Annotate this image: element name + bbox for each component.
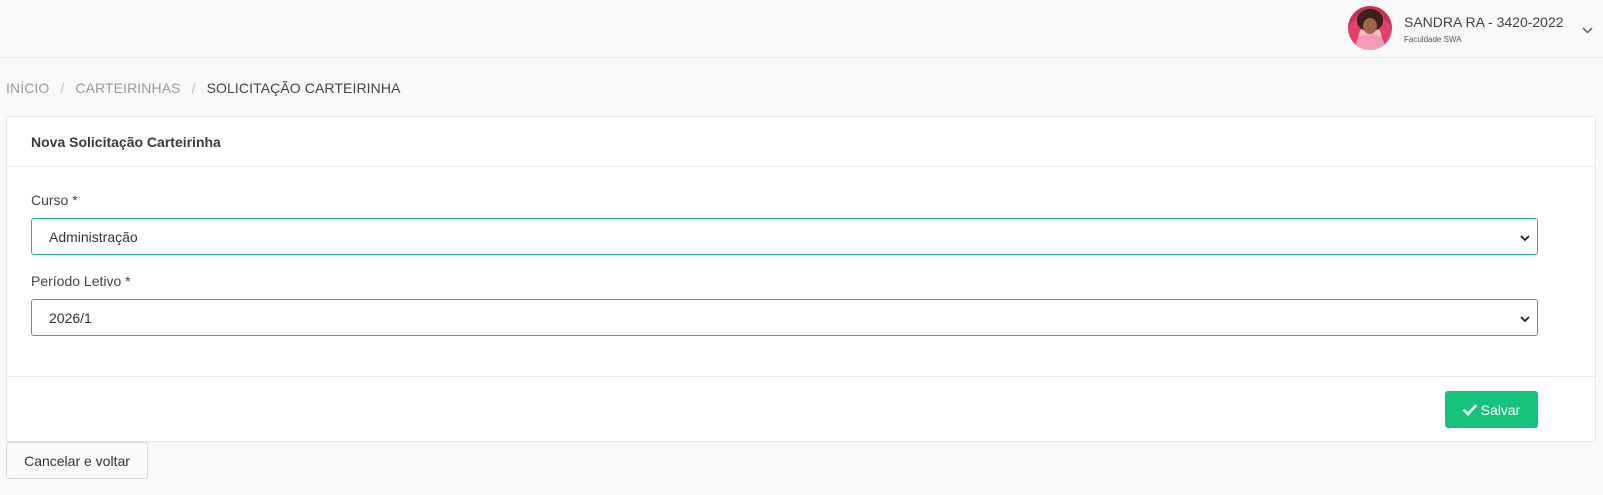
breadcrumb-current: SOLICITAÇÃO CARTEIRINHA: [206, 80, 401, 96]
chevron-down-icon: [1519, 231, 1531, 243]
card-footer: Salvar: [7, 376, 1595, 442]
save-label: Salvar: [1480, 401, 1521, 418]
cancel-button[interactable]: Cancelar e voltar: [6, 442, 148, 479]
curso-select-value: Administração: [49, 228, 138, 245]
breadcrumb-inicio[interactable]: INÍCIO: [6, 80, 49, 96]
periodo-select[interactable]: 2026/1: [31, 299, 1538, 336]
request-card: Nova Solicitação Carteirinha Curso * Adm…: [6, 116, 1596, 442]
periodo-select-value: 2026/1: [49, 309, 92, 326]
periodo-label: Período Letivo *: [31, 273, 131, 289]
breadcrumb-carteirinhas[interactable]: CARTEIRINHAS: [75, 80, 180, 96]
user-menu[interactable]: SANDRA RA - 3420-2022 Faculdade SWA: [1348, 5, 1564, 51]
breadcrumb: INÍCIO / CARTEIRINHAS / SOLICITAÇÃO CART…: [6, 80, 401, 96]
breadcrumb-separator: /: [191, 80, 196, 96]
card-title: Nova Solicitação Carteirinha: [7, 117, 1595, 167]
save-button[interactable]: Salvar: [1445, 391, 1538, 428]
curso-label: Curso *: [31, 192, 78, 208]
check-icon: [1462, 404, 1477, 416]
user-institution: Faculdade SWA: [1404, 34, 1462, 44]
user-name: SANDRA RA - 3420-2022: [1404, 13, 1564, 30]
breadcrumb-separator: /: [60, 80, 65, 96]
curso-select[interactable]: Administração: [31, 218, 1538, 255]
user-info: SANDRA RA - 3420-2022 Faculdade SWA: [1404, 13, 1564, 44]
top-bar: SANDRA RA - 3420-2022 Faculdade SWA: [0, 0, 1603, 58]
chevron-down-icon: [1519, 312, 1531, 324]
chevron-down-icon[interactable]: [1581, 24, 1593, 36]
avatar: [1348, 6, 1392, 50]
